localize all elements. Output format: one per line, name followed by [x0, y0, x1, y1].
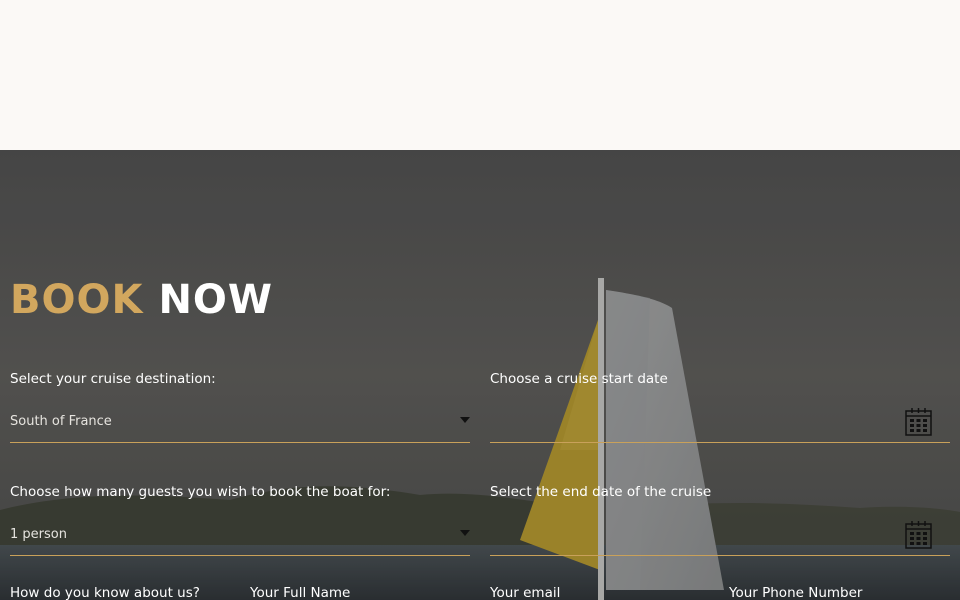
guests-label: Choose how many guests you wish to book …	[10, 484, 391, 500]
destination-label: Select your cruise destination:	[10, 371, 216, 387]
caret-down-icon	[460, 529, 470, 536]
end-date-value	[490, 531, 905, 535]
book-now-heading: BOOK NOW	[10, 278, 273, 322]
calendar-icon[interactable]	[905, 407, 932, 436]
destination-selected-value: South of France	[10, 414, 112, 429]
destination-select[interactable]: South of France	[10, 397, 470, 443]
heading-word-now: NOW	[158, 277, 274, 323]
start-date-value	[490, 418, 905, 422]
top-blank-section	[0, 0, 960, 150]
guests-selected-value: 1 person	[10, 527, 67, 542]
start-date-label: Choose a cruise start date	[490, 371, 668, 387]
end-date-label: Select the end date of the cruise	[490, 484, 712, 500]
email-label: Your email	[490, 585, 561, 600]
calendar-icon[interactable]	[905, 520, 932, 549]
referral-label: How do you know about us?	[10, 585, 200, 600]
guests-select[interactable]: 1 person	[10, 510, 470, 556]
full-name-label: Your Full Name	[250, 585, 351, 600]
caret-down-icon	[460, 416, 470, 423]
start-date-input[interactable]	[490, 397, 950, 443]
phone-label: Your Phone Number	[729, 585, 863, 600]
heading-word-book: BOOK	[10, 277, 144, 323]
end-date-input[interactable]	[490, 510, 950, 556]
